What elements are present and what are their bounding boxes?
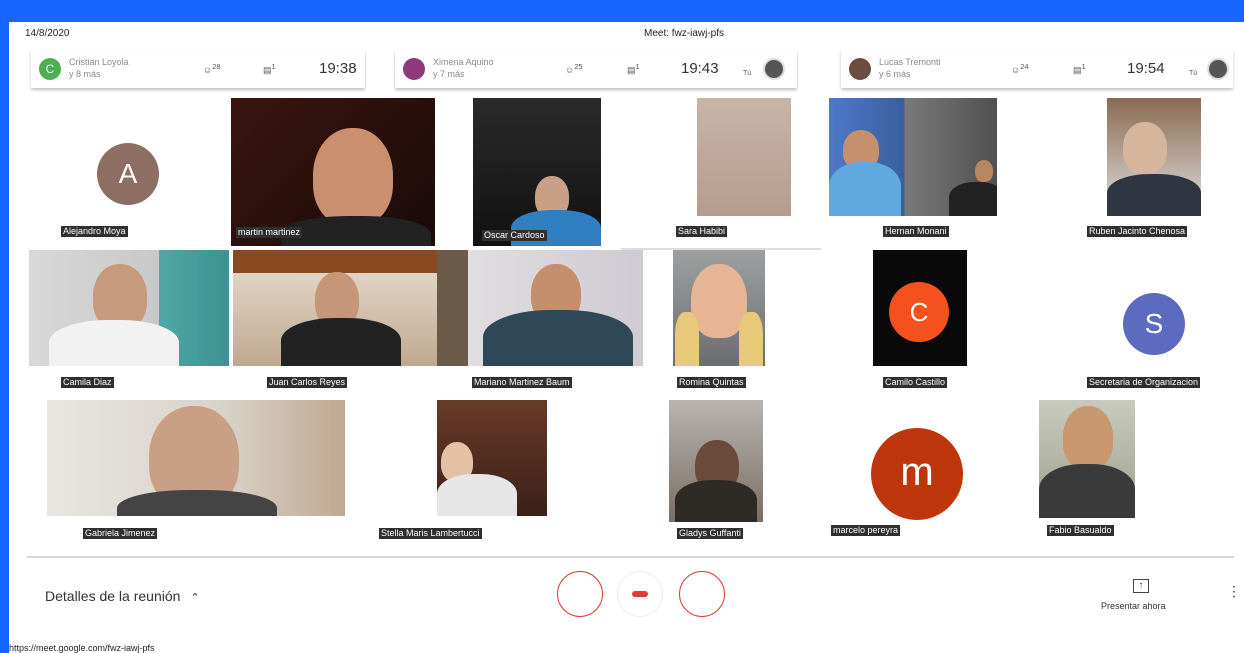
participant-name: Sara Habibi	[676, 226, 728, 237]
chat-icon[interactable]: ▤1	[1073, 62, 1086, 76]
self-avatar	[763, 58, 785, 80]
toolbar-divider	[27, 556, 1234, 558]
participant-name: Hernan Monani	[883, 226, 949, 237]
video-tile[interactable]	[437, 250, 643, 366]
avatar	[403, 58, 425, 80]
meet-window: 14/8/2020 Meet: fwz-iawj-pfs C Cristian …	[9, 22, 1244, 653]
strip-name: Lucas Tremonti y 6 más	[879, 57, 941, 79]
meet-info-strip-2[interactable]: Ximena Aquino y 7 más ☺25 ▤1 19:43 Tú	[395, 50, 797, 88]
participant-name: Mariano Martinez Baum	[472, 377, 572, 388]
participant-name: Oscar Cardoso	[482, 230, 547, 241]
microphone-button[interactable]	[557, 571, 603, 617]
strip-time: 19:38	[319, 60, 357, 77]
strip-time: 19:43	[681, 60, 719, 77]
participant-name: Camilo Castillo	[883, 377, 948, 388]
people-icon[interactable]: ☺24	[1011, 62, 1029, 75]
chat-icon[interactable]: ▤1	[627, 62, 640, 76]
strip-name: Ximena Aquino y 7 más	[433, 57, 494, 79]
video-tile[interactable]	[673, 250, 765, 366]
date-label: 14/8/2020	[25, 28, 70, 39]
video-tile[interactable]	[29, 250, 229, 366]
meeting-details-button[interactable]: Detalles de la reunión ⌃	[45, 588, 200, 604]
present-now-button[interactable]: Presentar ahora	[1101, 601, 1166, 611]
avatar: S	[1123, 293, 1185, 355]
more-options-icon[interactable]: ⋮	[1227, 584, 1241, 598]
participant-name: Juan Carlos Reyes	[267, 377, 348, 388]
video-tile[interactable]	[473, 98, 601, 246]
avatar	[849, 58, 871, 80]
you-label: Tú	[1189, 70, 1198, 77]
video-tile[interactable]	[1107, 98, 1201, 216]
video-tile[interactable]	[1039, 400, 1135, 518]
participant-name: martin martinez	[236, 227, 303, 238]
page-url: https://meet.google.com/fwz-iawj-pfs	[9, 643, 155, 653]
participant-name: Fabio Basualdo	[1047, 525, 1114, 536]
hangup-icon	[632, 591, 648, 597]
present-icon[interactable]: ↑	[1133, 579, 1149, 593]
camera-button[interactable]	[679, 571, 725, 617]
people-icon[interactable]: ☺25	[565, 62, 583, 75]
video-tile[interactable]	[669, 400, 763, 522]
participant-name: marcelo pereyra	[831, 525, 901, 536]
meet-info-strip-3[interactable]: Lucas Tremonti y 6 más ☺24 ▤1 19:54 Tú	[841, 50, 1233, 88]
video-tile[interactable]	[437, 400, 547, 516]
video-tile[interactable]	[697, 98, 791, 216]
avatar: C	[889, 282, 949, 342]
video-tile[interactable]	[233, 250, 437, 366]
meeting-title: Meet: fwz-iawj-pfs	[644, 28, 725, 39]
participant-name: Alejandro Moya	[61, 226, 128, 237]
participant-name: Secretaria de Organizacion	[1087, 377, 1201, 388]
video-tile[interactable]	[231, 98, 435, 246]
avatar: C	[39, 58, 61, 80]
video-tile[interactable]: C	[873, 250, 967, 366]
strip-name: Cristian Loyola y 8 más	[69, 57, 129, 79]
avatar: A	[97, 143, 159, 205]
participant-name: Ruben Jacinto Chenosa	[1087, 226, 1188, 237]
strip-time: 19:54	[1127, 60, 1165, 77]
video-tile[interactable]	[829, 98, 997, 216]
hangup-button[interactable]	[617, 571, 663, 617]
meeting-details-label: Detalles de la reunión	[45, 588, 181, 604]
video-tile[interactable]	[47, 400, 345, 516]
you-label: Tú	[743, 70, 752, 77]
participant-name: Camila Diaz	[61, 377, 114, 388]
participant-name: Gabriela Jimenez	[83, 528, 158, 539]
people-icon[interactable]: ☺28	[203, 62, 221, 75]
self-avatar	[1207, 58, 1229, 80]
chevron-up-icon: ⌃	[190, 592, 200, 604]
avatar: m	[871, 428, 963, 520]
chat-icon[interactable]: ▤1	[263, 62, 276, 76]
participant-name: Gladys Guffanti	[677, 528, 743, 539]
meet-info-strip-1[interactable]: C Cristian Loyola y 8 más ☺28 ▤1 19:38	[31, 50, 365, 88]
participant-name: Romina Quintas	[677, 377, 746, 388]
participant-name: Stella Maris Lambertucci	[379, 528, 482, 539]
